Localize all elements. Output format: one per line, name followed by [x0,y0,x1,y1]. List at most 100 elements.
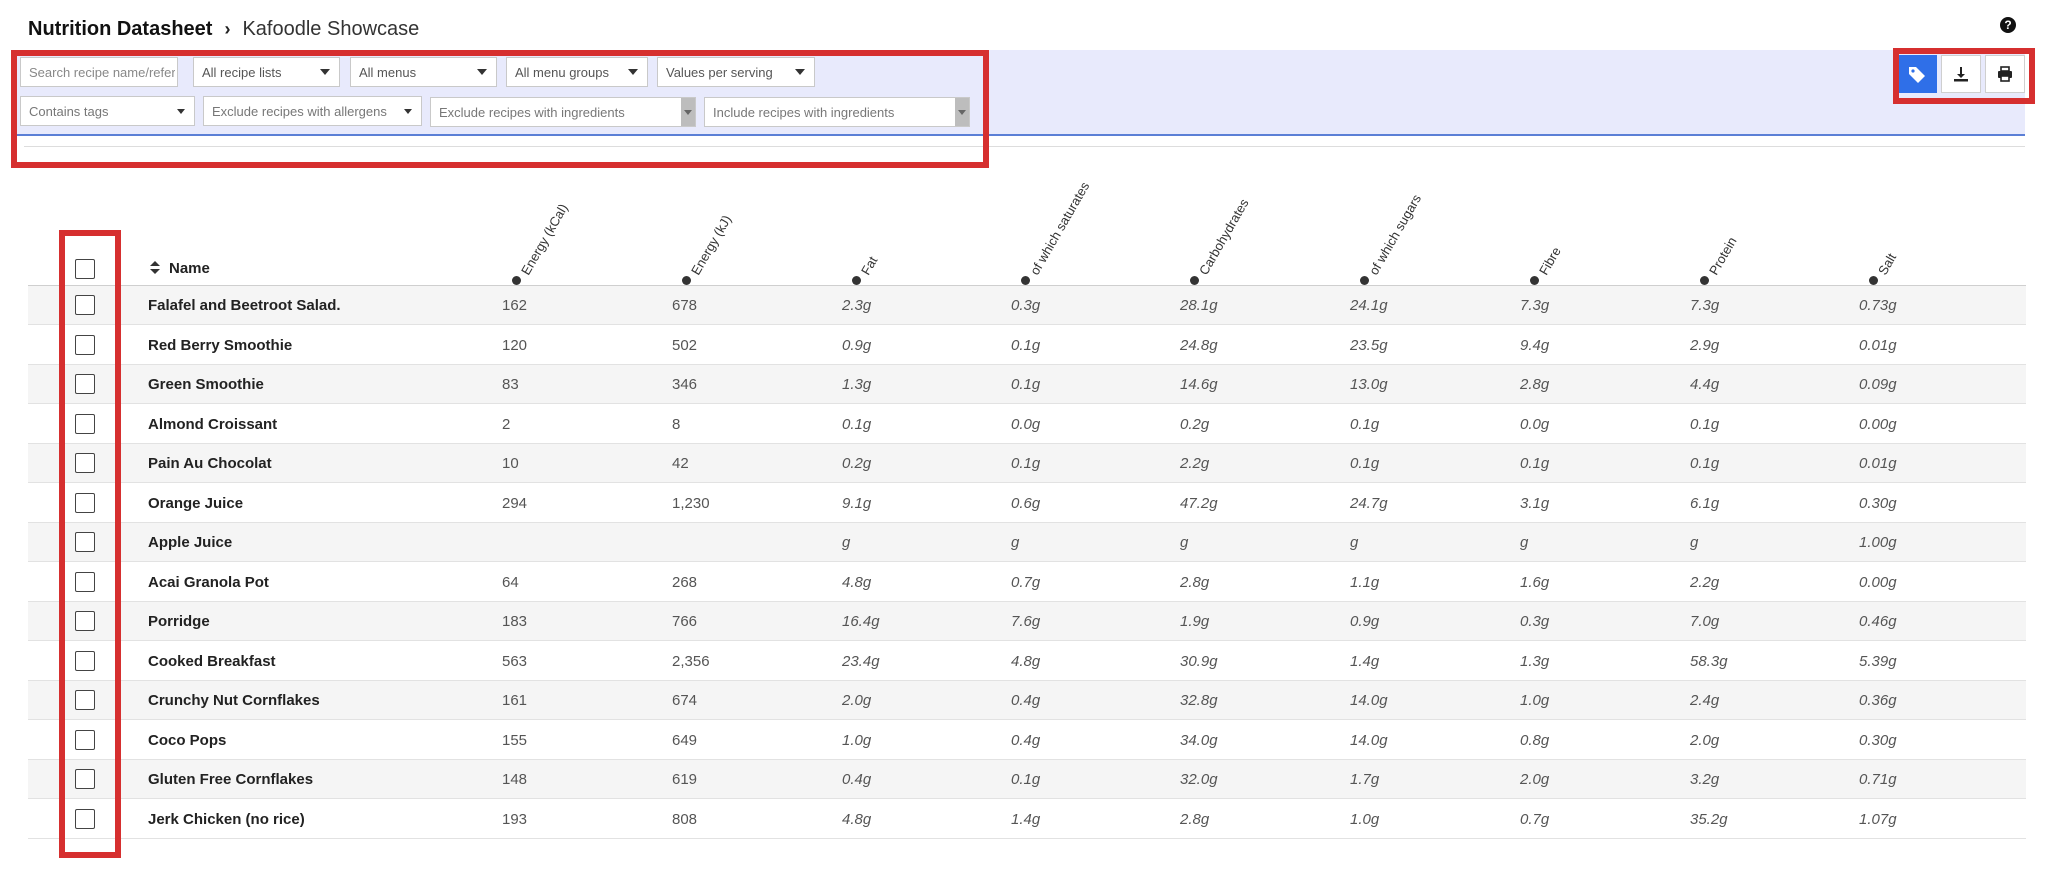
table-row[interactable]: Cooked Breakfast 563 2,356 23.4g 4.8g 30.9g 1.… [28,642,2026,681]
table-row[interactable]: Jerk Chicken (no rice) 193 808 4.8g 1.4g 2.8g… [28,800,2026,839]
nutrient-value: 0.4g [1011,731,1041,749]
table-row[interactable]: Crunchy Nut Cornflakes 161 674 2.0g 0.4g 32.8… [28,681,2026,720]
column-header[interactable]: of which sugars [1360,192,1424,285]
row-checkbox[interactable] [75,414,95,434]
table-row[interactable]: Acai Granola Pot 64 268 4.8g 0.7g 2.8g 1.1g 1.6… [28,563,2026,602]
nutrient-value: 4.8g [842,810,872,828]
table-row[interactable]: Falafel and Beetroot Salad. 162 678 2.3g 0.3… [28,286,2026,325]
print-button[interactable] [1985,55,2025,93]
nutrient-value: 0.1g [1350,415,1380,433]
column-header[interactable]: Fat [852,254,880,285]
nutrient-value: 1.07g [1859,810,1897,828]
column-header[interactable]: Energy (kJ) [682,212,734,285]
table-row[interactable]: Red Berry Smoothie 120 502 0.9g 0.1g 24.8g 23.… [28,326,2026,365]
table-row[interactable]: Coco Pops 155 649 1.0g 0.4g 34.0g 14.0g 0.8g 2.0… [28,721,2026,760]
row-checkbox[interactable] [75,690,95,710]
table-row[interactable]: Green Smoothie 83 346 1.3g 0.1g 14.6g 13.0g 2.8… [28,365,2026,404]
recipe-name[interactable]: Acai Granola Pot [148,563,269,601]
table-row[interactable]: Pain Au Chocolat 10 42 0.2g 0.1g 2.2g 0.1g 0.1g… [28,444,2026,483]
table-row[interactable]: Apple Juice g g g g g g 1.00g [28,523,2026,562]
select-all-checkbox[interactable] [75,259,95,279]
row-checkbox[interactable] [75,769,95,789]
row-checkbox[interactable] [75,335,95,355]
column-header[interactable]: Carbohydrates [1190,196,1252,285]
nutrient-value: 34.0g [1180,731,1218,749]
download-button[interactable] [1941,55,1981,93]
row-checkbox[interactable] [75,453,95,473]
recipe-name[interactable]: Jerk Chicken (no rice) [148,800,305,838]
column-header[interactable]: Energy (kCal) [512,201,571,285]
table-row[interactable]: Porridge 183 766 16.4g 7.6g 1.9g 0.9g 0.3g 7.0g 0… [28,602,2026,641]
contains-tags-label: Contains tags [29,103,109,119]
nutrient-value: 2.9g [1690,336,1720,354]
nutrient-value: 2.8g [1180,810,1210,828]
values-mode-select[interactable]: Values per serving [657,57,815,87]
chevron-down-icon [955,98,969,126]
nutrient-value: 0.36g [1859,691,1897,709]
recipe-name[interactable]: Porridge [148,602,210,640]
breadcrumb-root[interactable]: Nutrition Datasheet [28,18,212,41]
tag-button[interactable] [1897,55,1937,93]
nutrient-value: 32.8g [1180,691,1218,709]
recipe-name[interactable]: Orange Juice [148,484,243,522]
exclude-ingredients-select[interactable]: Exclude recipes with ingredients [430,97,696,127]
column-header[interactable]: Protein [1700,234,1740,285]
nutrient-value: g [1350,533,1359,551]
row-checkbox[interactable] [75,611,95,631]
include-ingredients-select[interactable]: Include recipes with ingredients [704,97,970,127]
recipe-name[interactable]: Crunchy Nut Cornflakes [148,681,320,719]
nutrient-value: 0.1g [1690,415,1720,433]
nutrient-value: 0.09g [1859,375,1897,393]
nutrient-value: 0.3g [1520,612,1550,630]
nutrient-value: 1.3g [842,375,872,393]
contains-tags-select[interactable]: Contains tags [20,96,195,126]
row-checkbox[interactable] [75,572,95,592]
search-input[interactable] [20,57,178,87]
recipe-name[interactable]: Green Smoothie [148,365,264,403]
nutrient-value: 4.8g [842,573,872,591]
row-checkbox[interactable] [75,374,95,394]
row-checkbox[interactable] [75,532,95,552]
nutrient-value: 1.0g [842,731,872,749]
row-checkbox[interactable] [75,651,95,671]
menus-select[interactable]: All menus [350,57,497,87]
nutrient-value: 1.3g [1520,652,1550,670]
recipe-name[interactable]: Cooked Breakfast [148,642,276,680]
exclude-allergens-select[interactable]: Exclude recipes with allergens [203,96,422,126]
column-header[interactable]: of which saturates [1021,179,1092,285]
nutrient-value: 0.73g [1859,296,1897,314]
nutrient-value: 9.4g [1520,336,1550,354]
recipe-name[interactable]: Falafel and Beetroot Salad. [148,286,341,324]
table-row[interactable]: Almond Croissant 2 8 0.1g 0.0g 0.2g 0.1g 0.0g 0.… [28,405,2026,444]
nutrient-value: 7.0g [1690,612,1720,630]
recipe-name[interactable]: Gluten Free Cornflakes [148,760,313,798]
tag-icon [1909,67,1925,83]
menu-groups-select[interactable]: All menu groups [506,57,648,87]
recipe-name[interactable]: Apple Juice [148,523,232,561]
help-icon[interactable]: ? [2000,17,2016,33]
nutrient-value: 0.4g [1011,691,1041,709]
nutrient-value: 23.5g [1350,336,1388,354]
nutrient-value: 0.3g [1011,296,1041,314]
recipe-name[interactable]: Almond Croissant [148,405,277,443]
row-checkbox[interactable] [75,809,95,829]
nutrient-value: 0.46g [1859,612,1897,630]
sort-icon [1360,276,1369,285]
column-header[interactable]: Salt [1869,251,1899,285]
recipe-name[interactable]: Coco Pops [148,721,226,759]
row-checkbox[interactable] [75,295,95,315]
recipe-name[interactable]: Red Berry Smoothie [148,326,292,364]
table-row[interactable]: Gluten Free Cornflakes 148 619 0.4g 0.1g 32.0… [28,760,2026,799]
nutrient-value: 16.4g [842,612,880,630]
nutrient-value: 619 [672,770,698,788]
nutrient-value: 0.30g [1859,731,1897,749]
name-column-header[interactable]: Name [150,258,210,278]
recipe-lists-select[interactable]: All recipe lists [193,57,340,87]
row-checkbox[interactable] [75,493,95,513]
column-header-label: of which saturates [1027,179,1093,278]
nutrient-value: 268 [672,573,698,591]
recipe-name[interactable]: Pain Au Chocolat [148,444,272,482]
table-row[interactable]: Orange Juice 294 1,230 9.1g 0.6g 47.2g 24.7g 3.… [28,484,2026,523]
column-header[interactable]: Fibre [1530,244,1564,285]
row-checkbox[interactable] [75,730,95,750]
